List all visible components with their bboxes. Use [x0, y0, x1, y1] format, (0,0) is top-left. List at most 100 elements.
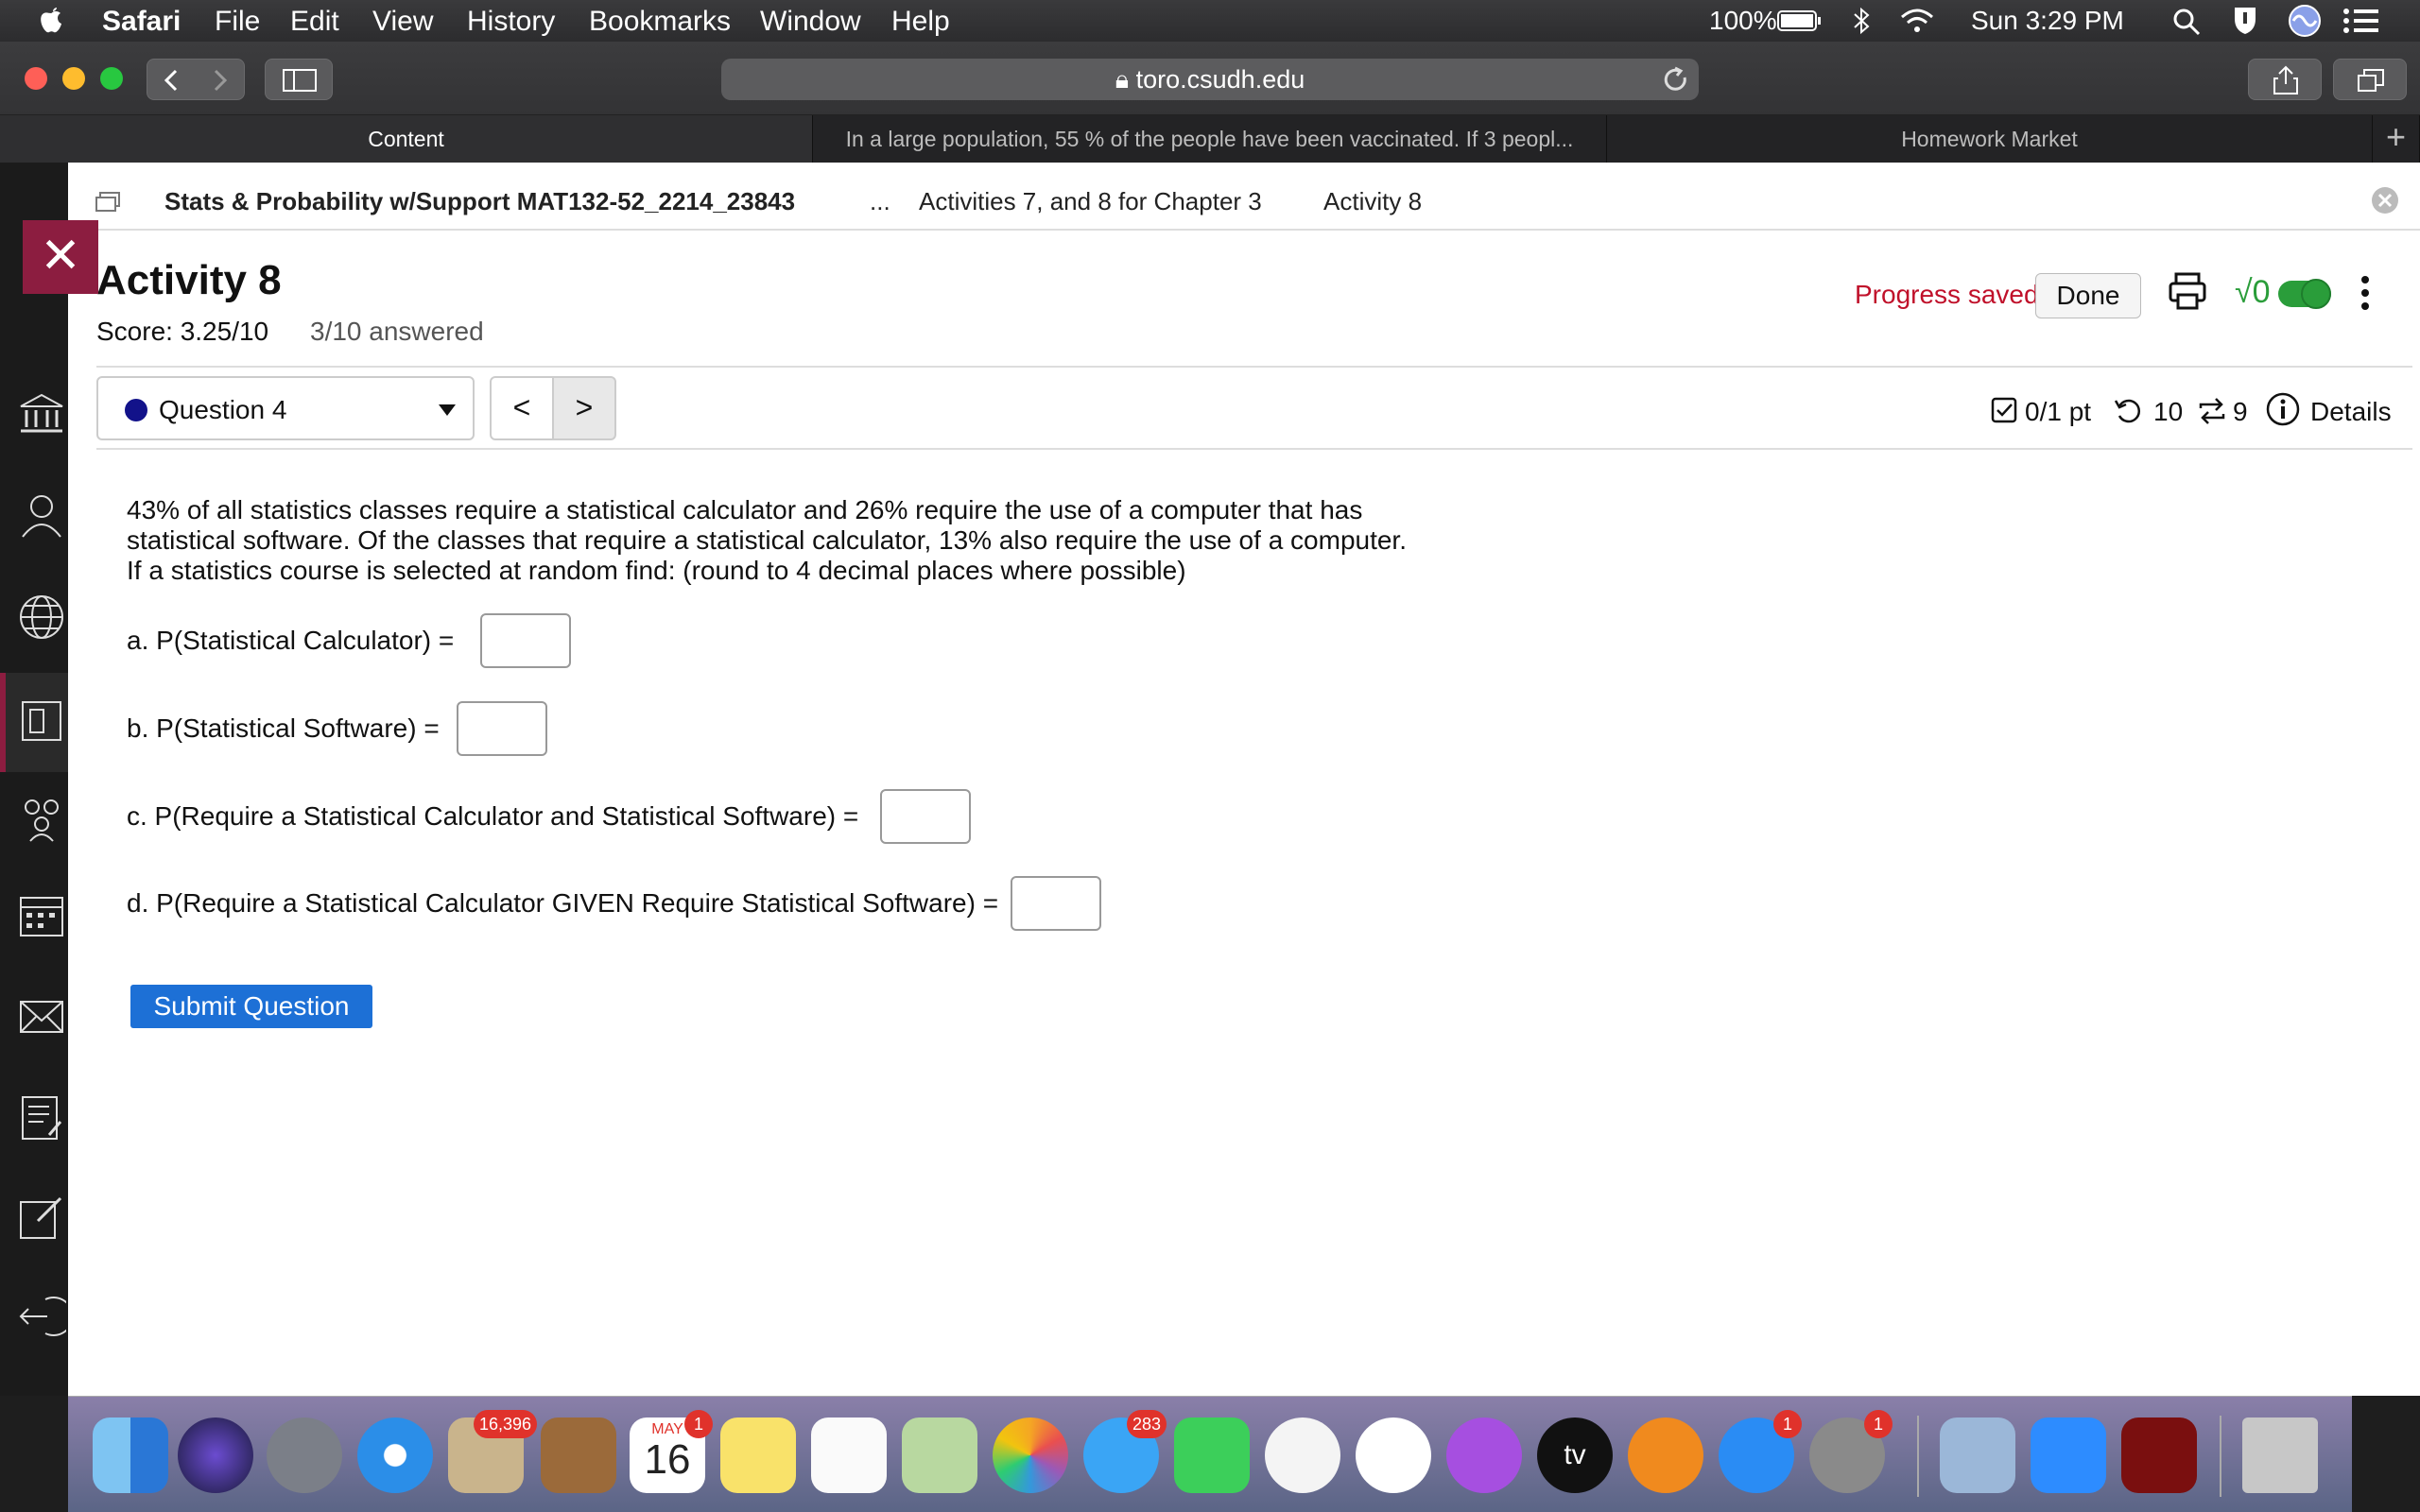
podcasts-icon[interactable] — [1446, 1418, 1522, 1493]
part-a-answer-field[interactable] — [480, 613, 571, 668]
question-select[interactable]: Question 4 — [96, 376, 475, 440]
tab-vaccinated-question[interactable]: In a large population, 55 % of the peopl… — [813, 115, 1607, 163]
facetime-icon[interactable] — [1174, 1418, 1250, 1493]
new-tab-button[interactable]: + — [2373, 115, 2420, 163]
apple-tv-icon[interactable]: tv — [1537, 1418, 1613, 1493]
mail-icon[interactable] — [17, 992, 66, 1041]
news-icon[interactable] — [1265, 1418, 1340, 1493]
dock-divider — [2220, 1416, 2221, 1497]
points-text: 0/1 pt — [2025, 397, 2092, 426]
math-preview-toggle[interactable] — [2278, 279, 2331, 309]
zoom-app-icon[interactable] — [2031, 1418, 2106, 1493]
wifi-icon[interactable] — [1898, 6, 1936, 36]
music-icon[interactable] — [1356, 1418, 1431, 1493]
menu-bookmarks[interactable]: Bookmarks — [589, 6, 731, 38]
previous-question-button[interactable]: < — [490, 376, 554, 440]
part-b-answer-field[interactable] — [457, 701, 547, 756]
retries-count: 10 — [2153, 397, 2184, 426]
safari-icon[interactable] — [357, 1418, 433, 1493]
app-store-icon[interactable]: 1 — [1719, 1410, 1802, 1493]
menu-window[interactable]: Window — [760, 6, 861, 38]
part-d-answer-field[interactable] — [1011, 876, 1101, 931]
share-icon — [2273, 65, 2298, 94]
menu-app-name[interactable]: Safari — [102, 6, 181, 38]
notification-center-icon[interactable] — [2342, 8, 2380, 34]
calendar-app-icon[interactable]: MAY 16 1 — [630, 1410, 713, 1493]
messages-icon[interactable]: 283 — [1083, 1410, 1167, 1493]
print-icon[interactable] — [2167, 270, 2208, 312]
share-button[interactable] — [2248, 59, 2322, 100]
menu-edit[interactable]: Edit — [290, 6, 339, 38]
globe-icon[interactable] — [17, 593, 66, 642]
part-a-label: a. P(Statistical Calculator) = — [127, 626, 455, 655]
done-button[interactable]: Done — [2035, 273, 2141, 318]
bluetooth-icon[interactable] — [1851, 6, 1872, 36]
details-link[interactable]: Details — [2310, 397, 2392, 427]
retry-icon — [2114, 399, 2141, 423]
notes-icon[interactable] — [17, 1093, 66, 1143]
reload-icon[interactable] — [1662, 66, 1690, 94]
tabs-icon — [2358, 69, 2384, 92]
logout-icon[interactable] — [17, 1292, 66, 1341]
courses-icon[interactable] — [17, 696, 66, 746]
reminders-icon[interactable] — [811, 1418, 887, 1493]
sidebar-toggle-button[interactable] — [265, 59, 333, 100]
next-question-button[interactable]: > — [552, 376, 616, 440]
part-b-label: b. P(Statistical Software) = — [127, 713, 440, 743]
question-line: statistical software. Of the classes tha… — [127, 525, 1407, 555]
mail-stamp-icon[interactable]: 16,396 — [448, 1410, 537, 1493]
tabs-overview-button[interactable] — [2333, 59, 2407, 100]
part-c-answer-field[interactable] — [880, 789, 971, 844]
back-forward-buttons — [147, 59, 245, 100]
system-preferences-icon[interactable]: 1 — [1809, 1410, 1893, 1493]
account-icon[interactable] — [17, 491, 66, 541]
info-icon[interactable] — [2265, 391, 2301, 427]
siri-icon[interactable] — [2288, 4, 2322, 38]
calendar-icon[interactable] — [17, 890, 66, 939]
close-activity-button[interactable]: ✕ — [23, 220, 98, 294]
close-window-button[interactable] — [25, 67, 47, 90]
books-icon[interactable] — [1628, 1418, 1703, 1493]
answered-text: 3/10 answered — [310, 317, 484, 346]
menu-history[interactable]: History — [467, 6, 555, 38]
flash-player-icon[interactable] — [2121, 1418, 2197, 1493]
breadcrumb-course[interactable]: Stats & Probability w/Support MAT132-52_… — [164, 187, 795, 216]
submit-question-button[interactable]: Submit Question — [130, 985, 372, 1028]
trash-icon[interactable] — [2242, 1418, 2318, 1493]
minimize-window-button[interactable] — [62, 67, 85, 90]
progress-status: Progress saved — [1855, 280, 2039, 309]
calendar-day: 16 — [644, 1436, 691, 1483]
launchpad-icon[interactable] — [267, 1418, 342, 1493]
tab-homework-market[interactable]: Homework Market — [1607, 115, 2373, 163]
forward-arrow-icon[interactable] — [208, 69, 231, 92]
more-options-icon[interactable] — [2360, 274, 2371, 312]
menu-file[interactable]: File — [215, 6, 260, 38]
menu-help[interactable]: Help — [891, 6, 950, 38]
clock[interactable]: Sun 3:29 PM — [1971, 6, 2124, 36]
tab-content[interactable]: Content — [0, 115, 813, 163]
notes-app-icon[interactable] — [720, 1418, 796, 1493]
maps-icon[interactable] — [902, 1418, 977, 1493]
preview-icon[interactable] — [1940, 1418, 2015, 1493]
back-arrow-icon[interactable] — [161, 69, 183, 92]
edit-icon[interactable] — [17, 1193, 66, 1242]
shield-icon[interactable] — [2231, 4, 2259, 36]
menu-view[interactable]: View — [372, 6, 433, 38]
breadcrumb-ellipsis[interactable]: ... — [870, 187, 890, 216]
breadcrumb-parent[interactable]: Activities 7, and 8 for Chapter 3 — [919, 187, 1262, 216]
apple-icon[interactable] — [38, 4, 64, 36]
contacts-icon[interactable] — [541, 1418, 616, 1493]
zoom-window-button[interactable] — [100, 67, 123, 90]
photos-icon[interactable] — [993, 1418, 1068, 1493]
close-circle-icon[interactable] — [2370, 185, 2400, 215]
window-icon[interactable] — [95, 191, 121, 214]
groups-icon[interactable] — [17, 794, 66, 843]
address-bar[interactable]: 🔒︎ toro.csudh.edu — [721, 59, 1699, 100]
spotlight-search-icon[interactable] — [2172, 8, 2201, 36]
finder-icon[interactable] — [93, 1418, 168, 1493]
battery-icon[interactable] — [1777, 9, 1823, 32]
divider — [96, 366, 2412, 368]
institution-icon[interactable] — [17, 389, 66, 438]
breadcrumb: Stats & Probability w/Support MAT132-52_… — [68, 163, 2420, 231]
siri-icon[interactable] — [178, 1418, 253, 1493]
